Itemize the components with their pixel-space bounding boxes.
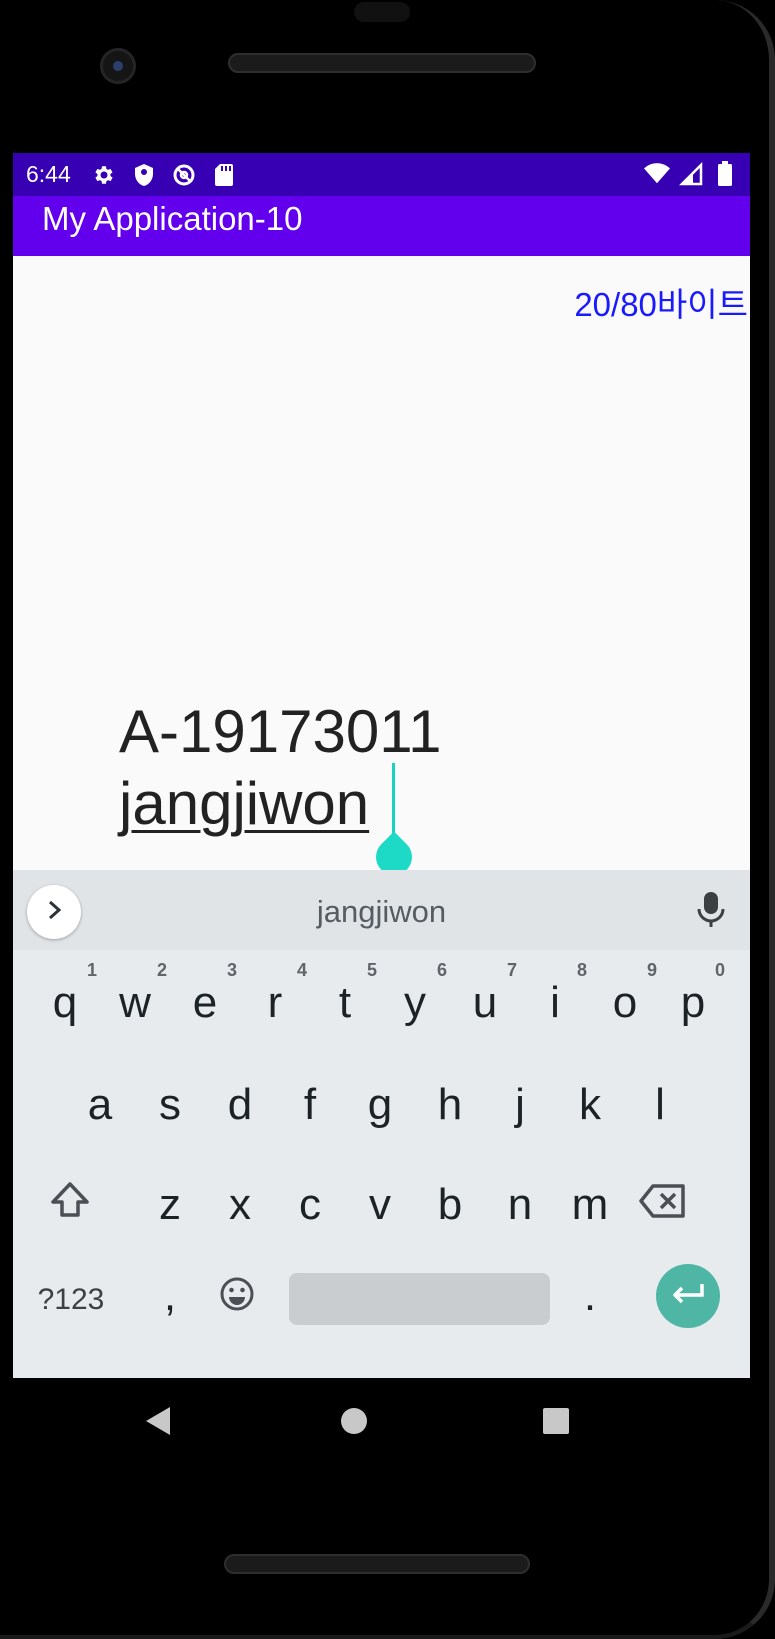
key-o[interactable]: o9 xyxy=(593,960,657,1032)
wifi-icon xyxy=(644,161,670,187)
status-time: 6:44 xyxy=(26,161,71,187)
key-t[interactable]: t5 xyxy=(313,960,377,1032)
key-n[interactable]: n xyxy=(488,1176,552,1234)
period-key[interactable]: . xyxy=(558,1268,622,1324)
byte-counter: 20/80바이트 xyxy=(574,286,748,323)
key-e[interactable]: e3 xyxy=(173,960,237,1032)
recents-square-icon xyxy=(542,1407,570,1439)
mic-icon[interactable] xyxy=(696,890,726,930)
backspace-icon xyxy=(639,1180,687,1230)
key-c[interactable]: c xyxy=(278,1176,342,1234)
comma-key[interactable]: , xyxy=(138,1268,202,1324)
back-triangle-icon xyxy=(144,1405,172,1441)
key-z[interactable]: z xyxy=(138,1176,202,1234)
key-i[interactable]: i8 xyxy=(523,960,587,1032)
status-icons-right xyxy=(644,161,738,187)
enter-icon xyxy=(670,1282,706,1311)
key-j[interactable]: j xyxy=(488,1076,552,1134)
key-v[interactable]: v xyxy=(348,1176,412,1234)
key-x[interactable]: x xyxy=(208,1176,272,1234)
sd-card-icon xyxy=(211,162,237,188)
main-content: 20/80바이트 A-19173011 jangjiwon xyxy=(13,256,750,870)
key-u[interactable]: u7 xyxy=(453,960,517,1032)
recents-button[interactable] xyxy=(539,1406,573,1440)
gear-icon xyxy=(91,162,117,188)
key-g[interactable]: g xyxy=(348,1076,412,1134)
device-notch xyxy=(354,2,410,22)
signal-icon xyxy=(678,161,704,187)
app-bar: My Application-10 xyxy=(13,196,750,256)
key-d[interactable]: d xyxy=(208,1076,272,1134)
shift-key[interactable] xyxy=(35,1176,105,1234)
earpiece-speaker xyxy=(228,53,536,73)
suggestion-word[interactable]: jangjiwon xyxy=(13,894,750,930)
phone-device: 6:44 My Application-10 20/80바이트 A-191730… xyxy=(0,0,775,1639)
key-s[interactable]: s xyxy=(138,1076,202,1134)
key-y[interactable]: y6 xyxy=(383,960,447,1032)
status-bar: 6:44 xyxy=(13,153,750,196)
shift-icon xyxy=(50,1180,90,1230)
key-m[interactable]: m xyxy=(558,1176,622,1234)
navigation-bar xyxy=(13,1378,750,1468)
backspace-key[interactable] xyxy=(628,1176,698,1234)
key-q[interactable]: q1 xyxy=(33,960,97,1032)
key-a[interactable]: a xyxy=(68,1076,132,1134)
shield-icon xyxy=(131,162,157,188)
key-b[interactable]: b xyxy=(418,1176,482,1234)
emoji-icon xyxy=(219,1273,255,1323)
input-text-line-1: A-19173011 xyxy=(119,698,442,765)
back-button[interactable] xyxy=(141,1406,175,1440)
text-input-field[interactable]: A-19173011 jangjiwon xyxy=(119,696,639,840)
battery-icon xyxy=(712,161,738,187)
emoji-key[interactable] xyxy=(205,1270,269,1326)
home-button[interactable] xyxy=(337,1406,371,1440)
enter-key[interactable] xyxy=(656,1264,720,1328)
key-h[interactable]: h xyxy=(418,1076,482,1134)
key-k[interactable]: k xyxy=(558,1076,622,1134)
key-w[interactable]: w2 xyxy=(103,960,167,1032)
key-l[interactable]: l xyxy=(628,1076,692,1134)
key-f[interactable]: f xyxy=(278,1076,342,1134)
soft-keyboard: jangjiwon q1 w2 e3 r4 t5 y6 u7 i8 o9 p0 … xyxy=(13,870,750,1378)
app-title: My Application-10 xyxy=(42,200,303,237)
symbols-key[interactable]: ?123 xyxy=(31,1272,111,1328)
front-camera xyxy=(100,48,136,84)
data-saver-icon xyxy=(171,162,197,188)
key-r[interactable]: r4 xyxy=(243,960,307,1032)
key-p[interactable]: p0 xyxy=(661,960,725,1032)
suggestion-bar: jangjiwon xyxy=(13,870,750,950)
bottom-speaker xyxy=(224,1554,530,1574)
home-circle-icon xyxy=(340,1407,368,1439)
phone-screen: 6:44 My Application-10 20/80바이트 A-191730… xyxy=(13,153,750,1378)
input-text-line-2: jangjiwon xyxy=(119,770,370,837)
status-icons-left xyxy=(91,162,237,188)
space-bar[interactable] xyxy=(289,1273,550,1325)
